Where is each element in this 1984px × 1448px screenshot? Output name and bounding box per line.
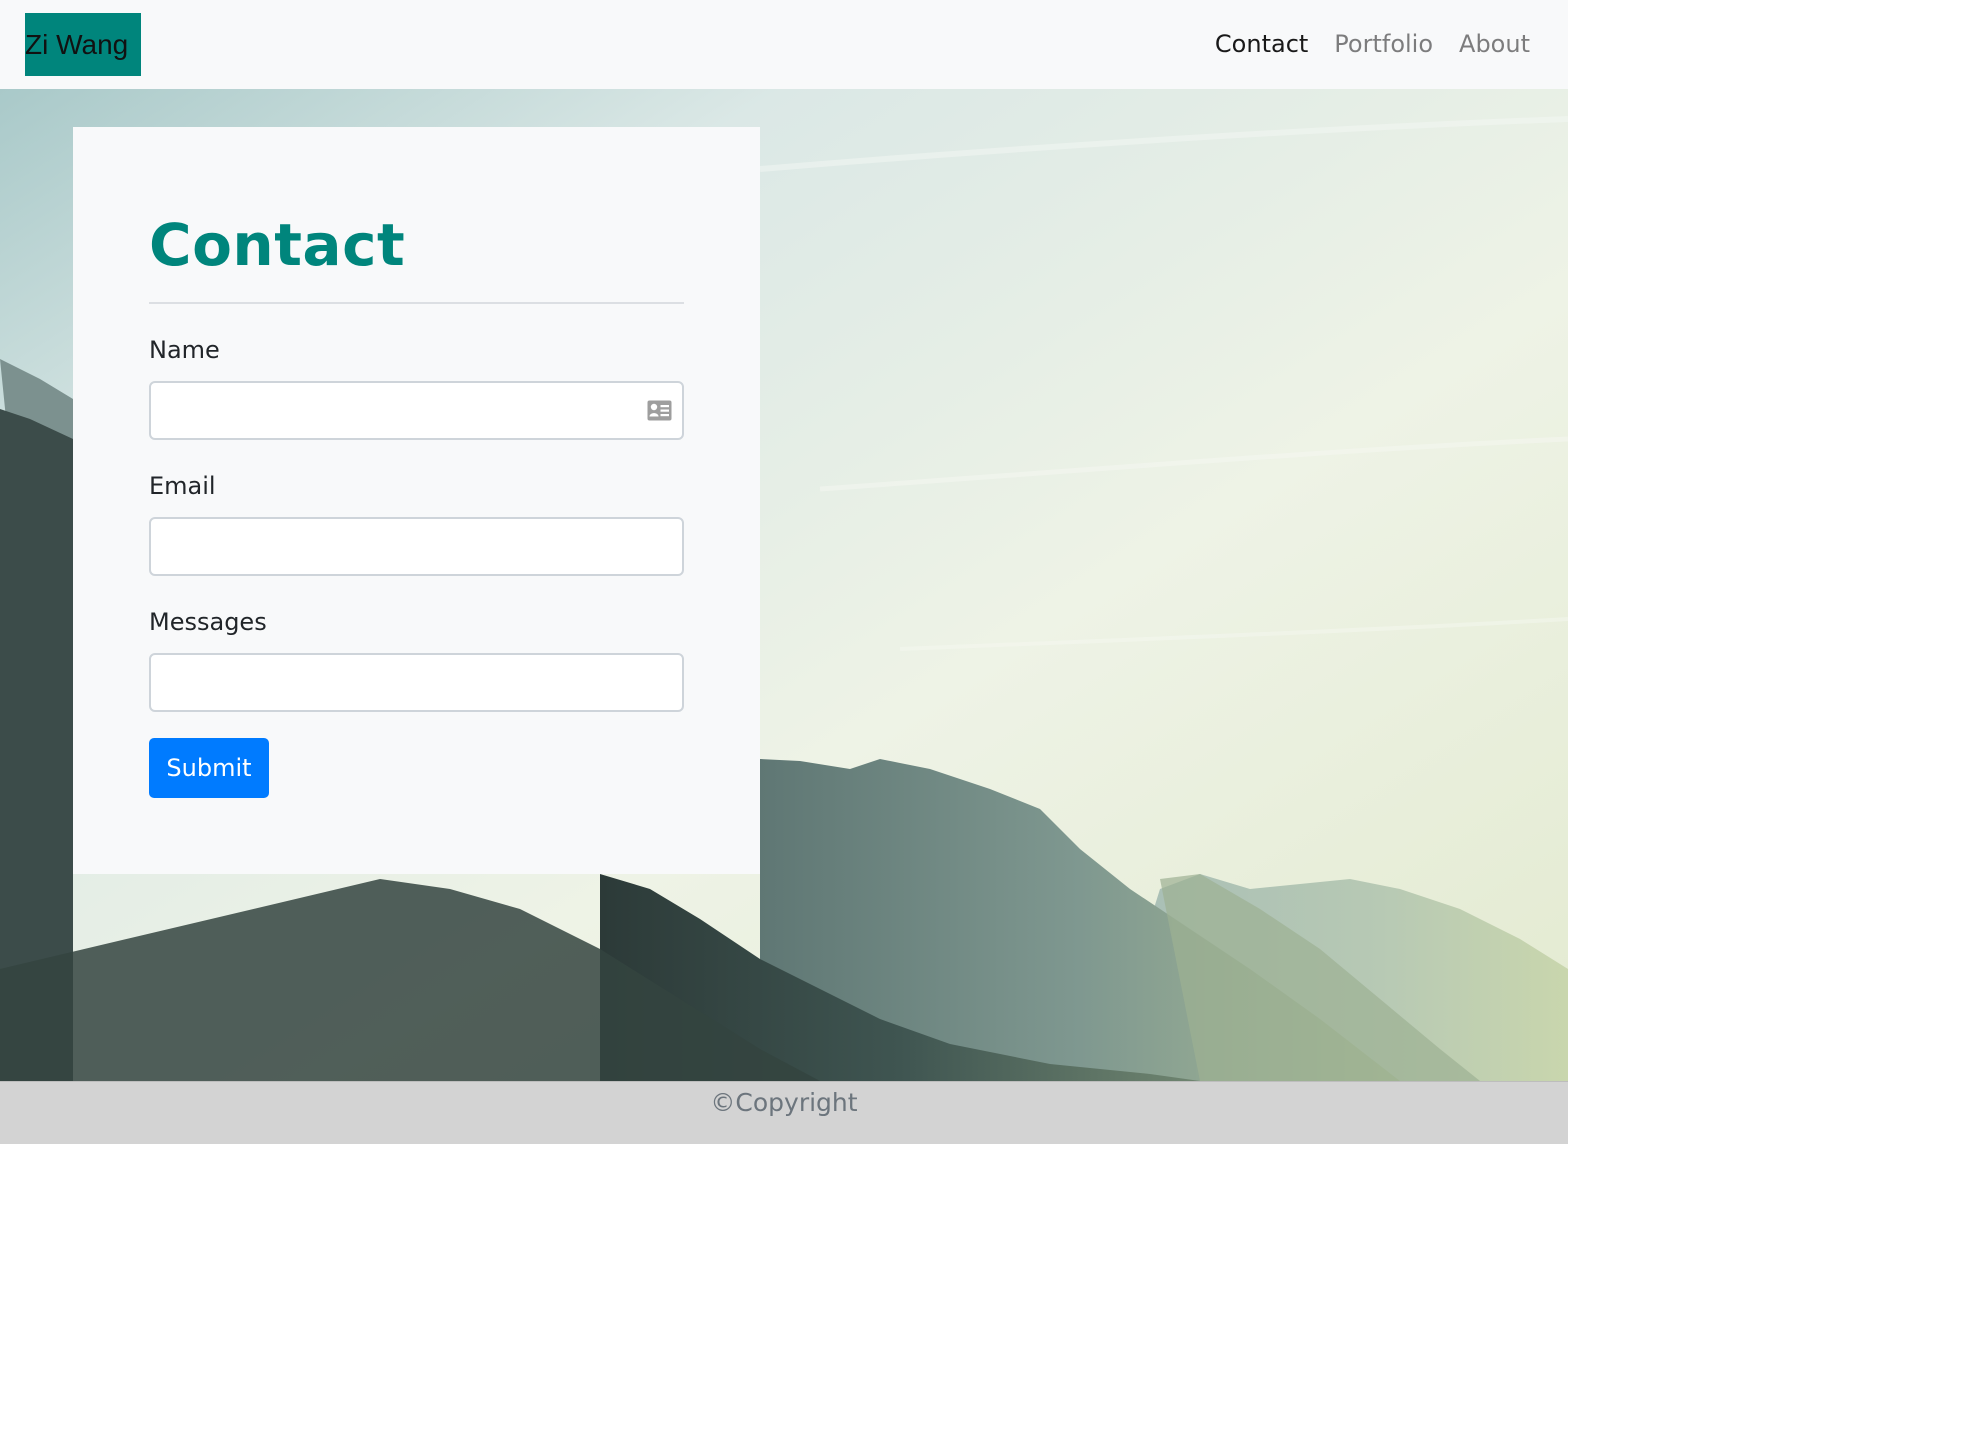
name-field-wrapper xyxy=(73,381,760,440)
nav-link-contact[interactable]: Contact xyxy=(1215,26,1308,62)
nav-links: Contact Portfolio About xyxy=(1215,26,1530,62)
navbar: Zi Wang Contact Portfolio About xyxy=(0,0,1568,89)
messages-label: Messages xyxy=(149,608,267,636)
submit-button[interactable]: Submit xyxy=(149,738,269,798)
copyright-text: ©Copyright xyxy=(710,1088,858,1117)
page: Zi Wang Contact Portfolio About Contact … xyxy=(0,0,1568,1144)
email-input[interactable] xyxy=(149,517,684,576)
nav-link-portfolio[interactable]: Portfolio xyxy=(1334,26,1433,62)
brand-link[interactable]: Zi Wang xyxy=(25,13,141,76)
name-input[interactable] xyxy=(149,381,684,440)
contact-card: Contact Name Email Messages Submit xyxy=(73,127,760,874)
messages-input[interactable] xyxy=(149,653,684,712)
email-label: Email xyxy=(149,472,216,500)
footer: ©Copyright xyxy=(0,1081,1568,1144)
page-title: Contact xyxy=(149,211,406,279)
nav-link-about[interactable]: About xyxy=(1459,26,1530,62)
contact-card-icon xyxy=(647,400,672,421)
title-divider xyxy=(149,302,684,304)
name-label: Name xyxy=(149,336,220,364)
